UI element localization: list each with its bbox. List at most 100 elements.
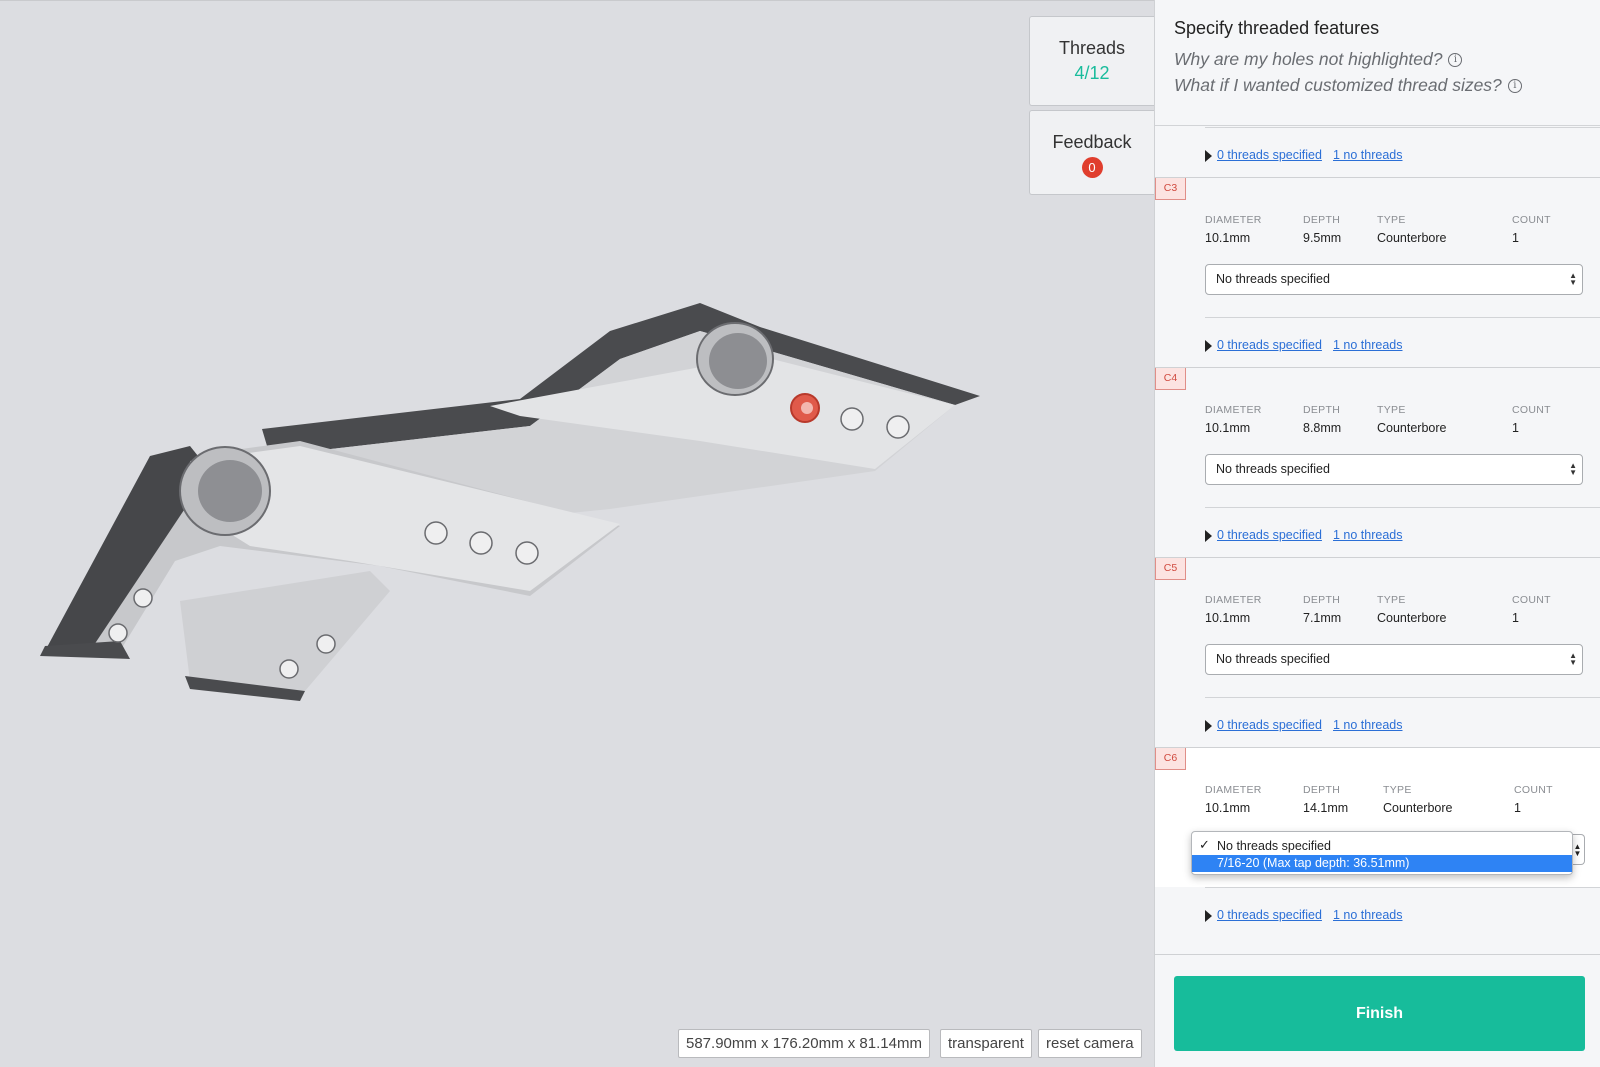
feature-list[interactable]: 0 threads specified 1 no threads C3 DIAM… <box>1155 127 1600 954</box>
hole[interactable] <box>515 541 539 565</box>
thread-select[interactable]: No threads specified ▲ ▼ <box>1205 264 1583 295</box>
feature-c6: C6 DIAMETER DEPTH TYPE COUNT 10.1mm 14.1… <box>1155 747 1600 887</box>
feature-tag: C3 <box>1155 178 1186 200</box>
hole[interactable] <box>886 415 910 439</box>
feature-c4: C4 DIAMETER DEPTH TYPE COUNT 10.1mm 8.8m… <box>1155 367 1600 507</box>
feature-tag: C6 <box>1155 748 1186 770</box>
left-pivot-hole <box>198 460 262 522</box>
feature-c5: C5 DIAMETER DEPTH TYPE COUNT 10.1mm 7.1m… <box>1155 557 1600 697</box>
summary-row: 0 threads specified 1 no threads <box>1205 697 1600 747</box>
threads-specified-link[interactable]: 0 threads specified <box>1217 528 1322 542</box>
count-value: 1 <box>1512 231 1519 245</box>
hole[interactable] <box>316 634 336 654</box>
hole[interactable] <box>133 588 153 608</box>
type-header: TYPE <box>1377 214 1406 226</box>
feature-tag: C5 <box>1155 558 1186 580</box>
tab-feedback[interactable]: Feedback 0 <box>1029 110 1154 195</box>
depth-header: DEPTH <box>1303 594 1341 606</box>
feedback-count-badge: 0 <box>1081 157 1103 178</box>
no-threads-link[interactable]: 1 no threads <box>1333 148 1403 162</box>
hole[interactable] <box>469 531 493 555</box>
summary-row: 0 threads specified 1 no threads <box>1205 887 1600 937</box>
no-threads-link[interactable]: 1 no threads <box>1333 338 1403 352</box>
highlighted-hole-inner <box>801 402 813 414</box>
feature-c3: C3 DIAMETER DEPTH TYPE COUNT 10.1mm 9.5m… <box>1155 177 1600 317</box>
count-header: COUNT <box>1512 404 1551 416</box>
depth-header: DEPTH <box>1303 784 1341 796</box>
diameter-header: DIAMETER <box>1205 784 1262 796</box>
bracket-model[interactable] <box>0 1 1154 1067</box>
no-threads-link[interactable]: 1 no threads <box>1333 528 1403 542</box>
summary-row: 0 threads specified 1 no threads <box>1205 317 1600 367</box>
diameter-value: 10.1mm <box>1205 801 1251 815</box>
select-arrows-icon: ▲ ▼ <box>1569 461 1577 477</box>
summary-row: 0 threads specified 1 no threads <box>1205 507 1600 557</box>
model-viewport[interactable]: 587.90mm x 176.20mm x 81.14mm transparen… <box>0 0 1154 1067</box>
depth-header: DEPTH <box>1303 404 1341 416</box>
threads-specified-link[interactable]: 0 threads specified <box>1217 338 1322 352</box>
thread-select[interactable]: No threads specified ▲ ▼ <box>1205 454 1583 485</box>
tab-threads[interactable]: Threads 4/12 <box>1029 16 1154 106</box>
help-holes-link[interactable]: Why are my holes not highlighted? i <box>1174 49 1463 70</box>
type-value: Counterbore <box>1377 231 1447 245</box>
depth-value: 7.1mm <box>1303 611 1342 625</box>
thread-select-value: No threads specified <box>1216 272 1330 286</box>
select-arrows-icon[interactable]: ▲ ▼ <box>1571 834 1585 865</box>
help-custom-link[interactable]: What if I wanted customized thread sizes… <box>1174 75 1522 96</box>
panel-header: Specify threaded features Why are my hol… <box>1155 0 1600 126</box>
dropdown-option[interactable]: No threads specified <box>1192 838 1572 855</box>
expand-caret-icon[interactable] <box>1205 340 1212 352</box>
thread-select-value: No threads specified <box>1216 462 1330 476</box>
no-threads-link[interactable]: 1 no threads <box>1333 908 1403 922</box>
type-value: Counterbore <box>1377 611 1447 625</box>
tab-threads-label: Threads <box>1058 38 1126 58</box>
hole[interactable] <box>279 659 299 679</box>
type-header: TYPE <box>1383 784 1412 796</box>
diameter-value: 10.1mm <box>1205 611 1251 625</box>
count-value: 1 <box>1512 421 1519 435</box>
reset-camera-button[interactable]: reset camera <box>1038 1029 1142 1058</box>
hole[interactable] <box>108 623 128 643</box>
expand-caret-icon[interactable] <box>1205 150 1212 162</box>
dropdown-option-highlighted[interactable]: 7/16-20 (Max tap depth: 36.51mm) <box>1192 855 1572 872</box>
diameter-header: DIAMETER <box>1205 404 1262 416</box>
threads-specified-link[interactable]: 0 threads specified <box>1217 908 1322 922</box>
tab-feedback-label: Feedback <box>1052 132 1132 152</box>
help-custom-text: What if I wanted customized thread sizes… <box>1174 75 1502 95</box>
info-icon: i <box>1448 53 1463 68</box>
finish-button[interactable]: Finish <box>1174 976 1585 1051</box>
expand-caret-icon[interactable] <box>1205 530 1212 542</box>
count-header: COUNT <box>1514 784 1553 796</box>
diameter-header: DIAMETER <box>1205 214 1262 226</box>
type-value: Counterbore <box>1377 421 1447 435</box>
count-value: 1 <box>1514 801 1521 815</box>
tab-threads-count: 4/12 <box>1074 63 1110 83</box>
transparent-button[interactable]: transparent <box>940 1029 1032 1058</box>
feature-tag: C4 <box>1155 368 1186 390</box>
type-header: TYPE <box>1377 404 1406 416</box>
hole[interactable] <box>840 407 864 431</box>
right-pivot-hole <box>709 333 767 389</box>
no-threads-link[interactable]: 1 no threads <box>1333 718 1403 732</box>
summary-row: 0 threads specified 1 no threads <box>1205 127 1600 177</box>
diameter-header: DIAMETER <box>1205 594 1262 606</box>
depth-header: DEPTH <box>1303 214 1341 226</box>
threads-specified-link[interactable]: 0 threads specified <box>1217 718 1322 732</box>
expand-caret-icon[interactable] <box>1205 910 1212 922</box>
count-header: COUNT <box>1512 214 1551 226</box>
threads-specified-link[interactable]: 0 threads specified <box>1217 148 1322 162</box>
thread-select-value: No threads specified <box>1216 652 1330 666</box>
count-value: 1 <box>1512 611 1519 625</box>
help-holes-text: Why are my holes not highlighted? <box>1174 49 1443 69</box>
hole[interactable] <box>424 521 448 545</box>
type-value: Counterbore <box>1383 801 1453 815</box>
diameter-value: 10.1mm <box>1205 421 1251 435</box>
threads-panel: Specify threaded features Why are my hol… <box>1154 0 1600 1067</box>
thread-select[interactable]: No threads specified ▲ ▼ <box>1205 644 1583 675</box>
expand-caret-icon[interactable] <box>1205 720 1212 732</box>
select-arrows-icon: ▲ ▼ <box>1569 271 1577 287</box>
thread-dropdown-menu[interactable]: ✓ No threads specified 7/16-20 (Max tap … <box>1191 831 1573 875</box>
select-arrows-icon: ▲ ▼ <box>1569 651 1577 667</box>
diameter-value: 10.1mm <box>1205 231 1251 245</box>
depth-value: 8.8mm <box>1303 421 1342 435</box>
